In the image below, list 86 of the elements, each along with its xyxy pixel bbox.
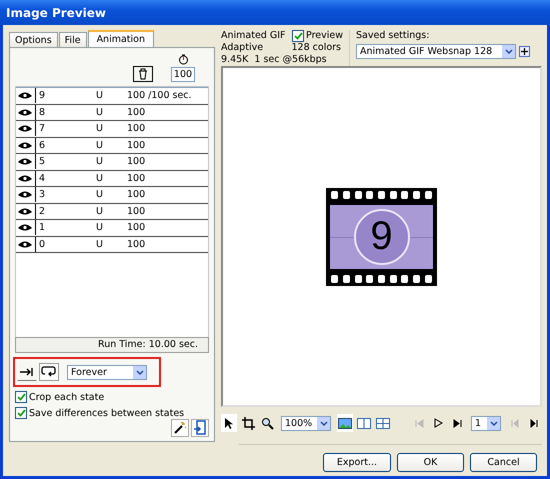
dialog-button[interactable]: Export... <box>323 453 391 472</box>
frame-number: 9 <box>370 214 393 259</box>
disposal-text: U <box>96 140 104 151</box>
disposal-text: U <box>96 156 104 168</box>
add-icon[interactable] <box>519 46 530 57</box>
preview-label: Preview <box>306 30 343 42</box>
tab[interactable]: Options <box>9 32 58 47</box>
delay-text: 100 <box>127 106 146 118</box>
frame-row[interactable]: 6 U 100 <box>16 138 208 154</box>
dialog-button[interactable]: OK <box>397 453 464 472</box>
frame-name: 1 <box>39 222 46 234</box>
stopwatch-icon <box>178 54 188 65</box>
eye-icon[interactable] <box>16 204 36 219</box>
tab[interactable]: File <box>58 32 87 47</box>
frame-row[interactable]: 1 U 100 <box>16 220 208 236</box>
loop-arrow-icon <box>41 366 57 378</box>
frame-name: 8 <box>39 106 46 118</box>
checkbox[interactable] <box>15 407 27 419</box>
checkbox-label: Crop each state <box>29 392 104 402</box>
frame-row[interactable]: 5 U 100 <box>16 154 208 170</box>
eye-icon[interactable] <box>16 138 36 153</box>
frame-row[interactable]: 0 U 100 <box>16 236 208 253</box>
disposal-text: U <box>96 172 104 184</box>
window-title: Image Preview <box>6 6 106 20</box>
frame-dropdown[interactable]: 1 <box>471 416 501 430</box>
frame-row[interactable]: 9 U 100 /100 sec. <box>16 87 208 104</box>
frame-name: 6 <box>39 140 46 151</box>
eye-icon[interactable] <box>16 154 36 170</box>
disposal-text: U <box>96 106 104 118</box>
disposal-text: U <box>96 123 104 134</box>
disposal-text: U <box>96 206 104 217</box>
frame-row[interactable]: 2 U 100 <box>16 204 208 220</box>
arrow-to-bar-icon <box>19 367 35 377</box>
run-time: Run Time: 10.00 sec. <box>98 339 198 350</box>
magic-wand-icon[interactable] <box>171 419 189 437</box>
frame-name: 2 <box>39 206 46 217</box>
dialog-button[interactable]: Cancel <box>470 453 537 472</box>
delay-text: 100 <box>127 222 146 234</box>
preview-checkbox[interactable] <box>292 30 304 42</box>
frame-row[interactable]: 7 U 100 <box>16 121 208 138</box>
delay-text: 100 <box>127 172 146 184</box>
eye-icon[interactable] <box>16 187 36 202</box>
delay-text: 100 <box>127 156 146 168</box>
disposal-text: U <box>96 189 104 200</box>
format-text: Animated GIF <box>221 30 286 42</box>
checkbox[interactable] <box>15 391 27 403</box>
image-view-icon[interactable] <box>337 414 353 432</box>
zoom-dropdown[interactable]: 100% <box>281 416 331 430</box>
frame-name: 4 <box>39 172 46 184</box>
pointer-icon[interactable] <box>221 414 237 432</box>
eye-icon[interactable] <box>16 88 36 104</box>
frame-row[interactable]: 3 U 100 <box>16 187 208 204</box>
disposal-text: U <box>96 90 104 102</box>
frame-name: 7 <box>39 123 46 134</box>
size-text: 9.45K 1 sec @56kbps <box>221 54 327 65</box>
colors-text: 128 colors <box>292 42 341 54</box>
export-frames-icon[interactable] <box>191 419 209 437</box>
eye-icon[interactable] <box>16 220 36 236</box>
eye-icon[interactable] <box>16 121 36 136</box>
frame-name: 0 <box>39 238 46 250</box>
delay-text: 100 <box>127 123 146 134</box>
frame-name: 3 <box>39 189 46 200</box>
delay-text: 100 <box>127 140 146 151</box>
checkbox-label: Save differences between states <box>29 408 184 418</box>
delay-text: 100 <box>127 238 146 250</box>
frame-name: 9 <box>39 90 46 102</box>
loop-button[interactable] <box>39 363 59 381</box>
trash-icon[interactable] <box>133 66 153 82</box>
repeat-dropdown[interactable]: Forever <box>67 364 147 380</box>
delay-text: 100 /100 sec. <box>127 90 192 102</box>
saved-settings-dropdown[interactable]: Animated GIF Websnap 128 <box>356 44 516 59</box>
frame-name: 5 <box>39 156 46 168</box>
delay-field[interactable]: 100 <box>171 67 195 82</box>
disposal-text: U <box>96 238 104 250</box>
frame-row[interactable]: 8 U 100 <box>16 104 208 121</box>
palette-text: Adaptive <box>221 42 264 54</box>
saved-settings-label: Saved settings: <box>356 30 430 41</box>
disposal-text: U <box>96 222 104 234</box>
frame-row[interactable]: 4 U 100 <box>16 170 208 187</box>
eye-icon[interactable] <box>16 104 36 120</box>
delay-text: 100 <box>127 206 146 217</box>
eye-icon[interactable] <box>16 236 36 252</box>
tab[interactable]: Animation <box>88 30 154 47</box>
delay-text: 100 <box>127 189 146 200</box>
eye-icon[interactable] <box>16 170 36 186</box>
crop-icon[interactable] <box>240 414 256 432</box>
